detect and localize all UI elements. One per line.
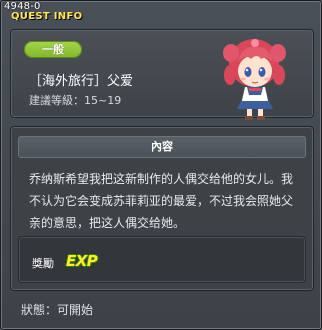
reward-label: 獎勵 — [32, 257, 54, 270]
quest-name: ［海外旅行］父爱 — [29, 74, 134, 89]
reward-box — [18, 236, 306, 283]
quest-description: 乔纳斯希望我把这新制作的人偶交给他的女儿。我不认为它会变成苏菲莉亚的最爱，不过我… — [29, 172, 294, 230]
quest-info-window: 4948-0 QUEST INFO 一般 ［海外旅行］父爱 建議等級：15~19 — [0, 0, 322, 330]
quest-level: 建議等級：15~19 — [29, 94, 122, 107]
quest-category-badge: 一般 — [24, 41, 82, 58]
npc-portrait-icon — [223, 39, 286, 120]
exp-icon: EXP — [66, 252, 98, 270]
content-section-header: 內容 — [18, 136, 306, 158]
window-title[interactable]: QUEST INFO — [11, 11, 82, 22]
quest-status: 狀態：可開始 — [21, 303, 94, 317]
